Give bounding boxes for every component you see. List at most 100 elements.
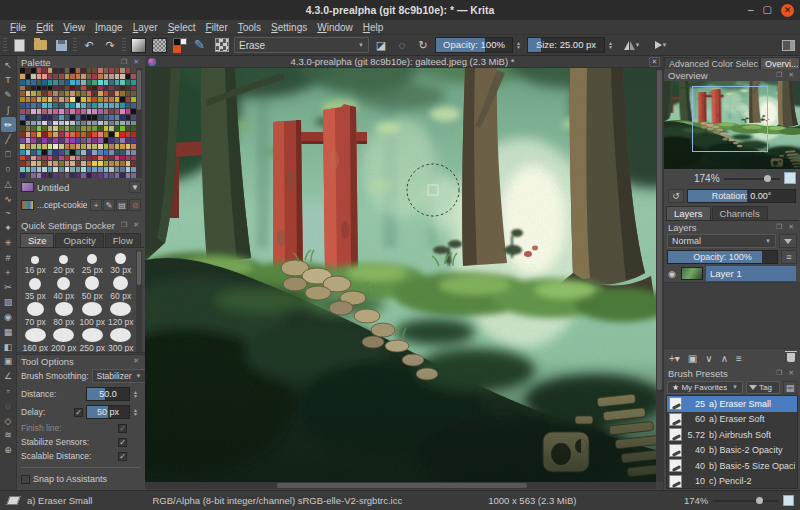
tool-polygon-select[interactable]: ◇ xyxy=(1,413,16,428)
palette-swatch[interactable] xyxy=(120,97,125,102)
palette-swatch[interactable] xyxy=(70,74,75,79)
palette-swatch[interactable] xyxy=(37,103,42,108)
palette-swatch[interactable] xyxy=(115,74,120,79)
palette-swatch[interactable] xyxy=(109,126,114,131)
palette-swatch[interactable] xyxy=(42,86,47,91)
palette-swatch[interactable] xyxy=(76,97,81,102)
menu-view[interactable]: View xyxy=(58,22,90,33)
tool-polyline[interactable]: ∿ xyxy=(1,191,16,206)
brush-size-option[interactable]: 16 px xyxy=(21,250,50,275)
palette-swatch[interactable] xyxy=(37,115,42,120)
tool-ellipse-select[interactable]: ◌ xyxy=(1,398,16,413)
palette-swatch[interactable] xyxy=(92,109,97,114)
statusbar-zoom-slider[interactable] xyxy=(713,496,778,506)
palette-swatch[interactable] xyxy=(42,109,47,114)
palette-swatch[interactable] xyxy=(37,91,42,96)
palette-swatch[interactable] xyxy=(120,144,125,149)
palette-swatch[interactable] xyxy=(42,97,47,102)
palette-swatch[interactable] xyxy=(81,161,86,166)
palette-swatch[interactable] xyxy=(31,138,36,143)
move-layer-up-button[interactable]: ∧ xyxy=(721,353,728,364)
tool-shape-select[interactable]: ↖ xyxy=(1,58,16,73)
palette-swatch[interactable] xyxy=(42,121,47,126)
palette-swatch[interactable] xyxy=(109,86,114,91)
palette-swatch[interactable] xyxy=(126,150,131,155)
palette-swatch[interactable] xyxy=(126,121,131,126)
palette-swatch[interactable] xyxy=(87,132,92,137)
palette-swatch[interactable] xyxy=(59,138,64,143)
palette-swatch[interactable] xyxy=(70,150,75,155)
tool-move[interactable]: + xyxy=(1,265,16,280)
palette-swatch[interactable] xyxy=(115,161,120,166)
palette-swatch[interactable] xyxy=(26,103,31,108)
palette-swatch[interactable] xyxy=(120,86,125,91)
brush-presets-header[interactable]: Brush Presets ❐ ✕ xyxy=(664,367,800,379)
palette-swatch[interactable] xyxy=(20,156,25,161)
palette-swatch[interactable] xyxy=(115,115,120,120)
palette-cookie-row[interactable]: ...cept-cookie + ✎ ▤ ⊘ xyxy=(17,196,145,214)
palette-swatch[interactable] xyxy=(59,115,64,120)
tab-layers[interactable]: Layers xyxy=(666,206,711,220)
palette-swatch[interactable] xyxy=(31,80,36,85)
pattern-chooser[interactable] xyxy=(150,37,168,54)
tool-polygon[interactable]: △ xyxy=(1,176,16,191)
palette-swatch[interactable] xyxy=(42,126,47,131)
palette-swatch[interactable] xyxy=(48,97,53,102)
palette-swatch[interactable] xyxy=(115,103,120,108)
palette-swatch[interactable] xyxy=(115,156,120,161)
canvas-horizontal-scrollbar[interactable] xyxy=(145,482,656,489)
palette-swatch[interactable] xyxy=(126,68,131,73)
palette-swatch[interactable] xyxy=(104,91,109,96)
size-slider[interactable]: Size: 25.00 px xyxy=(527,37,605,53)
palette-swatch[interactable] xyxy=(37,68,42,73)
layers-list-empty[interactable] xyxy=(664,282,800,348)
palette-swatch[interactable] xyxy=(120,126,125,131)
palette-swatch[interactable] xyxy=(104,161,109,166)
palette-swatch[interactable] xyxy=(65,80,70,85)
palette-swatch[interactable] xyxy=(31,103,36,108)
palette-swatch[interactable] xyxy=(76,156,81,161)
palette-swatch[interactable] xyxy=(87,126,92,131)
favorites-dropdown[interactable]: ★ My Favorites ▼ xyxy=(667,381,743,394)
palette-swatch[interactable] xyxy=(48,132,53,137)
palette-swatch[interactable] xyxy=(76,167,81,172)
palette-swatch[interactable] xyxy=(31,173,36,178)
brush-size-option[interactable]: 80 px xyxy=(50,302,79,327)
tool-fill[interactable]: ◧ xyxy=(1,339,16,354)
tool-bezier[interactable]: ~ xyxy=(1,206,16,221)
tool-enclose-fill[interactable]: ▣ xyxy=(1,354,16,369)
brush-preset-row[interactable]: 25a) Eraser Small xyxy=(667,396,797,412)
palette-swatch[interactable] xyxy=(109,138,114,143)
palette-swatch[interactable] xyxy=(65,126,70,131)
palette-swatch[interactable] xyxy=(81,156,86,161)
folder-icon[interactable]: ▤ xyxy=(116,199,128,211)
palette-swatch[interactable] xyxy=(92,74,97,79)
palette-swatch[interactable] xyxy=(76,80,81,85)
palette-swatch[interactable] xyxy=(115,144,120,149)
palette-swatch[interactable] xyxy=(87,167,92,172)
menu-tools[interactable]: Tools xyxy=(233,22,266,33)
tool-line[interactable]: ╱ xyxy=(1,132,16,147)
palette-swatch[interactable] xyxy=(70,80,75,85)
palette-swatch[interactable] xyxy=(59,150,64,155)
palette-swatch[interactable] xyxy=(31,167,36,172)
palette-swatch[interactable] xyxy=(115,132,120,137)
palette-swatch[interactable] xyxy=(126,91,131,96)
statusbar-zoom-button[interactable] xyxy=(783,495,794,506)
brush-preset-row[interactable]: 10c) Pencil-2 xyxy=(667,474,797,490)
tool-rectangle[interactable]: □ xyxy=(1,147,16,162)
palette-swatch[interactable] xyxy=(104,115,109,120)
palette-swatch[interactable] xyxy=(109,115,114,120)
palette-swatch[interactable] xyxy=(126,80,131,85)
palette-swatch[interactable] xyxy=(20,86,25,91)
palette-swatch[interactable] xyxy=(53,103,58,108)
palette-swatch[interactable] xyxy=(53,109,58,114)
reset-rotation-button[interactable]: ↺ xyxy=(668,189,684,203)
palette-swatch[interactable] xyxy=(70,167,75,172)
palette-swatch[interactable] xyxy=(26,138,31,143)
palette-swatch[interactable] xyxy=(65,86,70,91)
palette-swatch[interactable] xyxy=(53,132,58,137)
palette-swatch[interactable] xyxy=(70,115,75,120)
delay-spinner[interactable]: ▲▼ xyxy=(133,408,141,416)
palette-swatch[interactable] xyxy=(98,86,103,91)
